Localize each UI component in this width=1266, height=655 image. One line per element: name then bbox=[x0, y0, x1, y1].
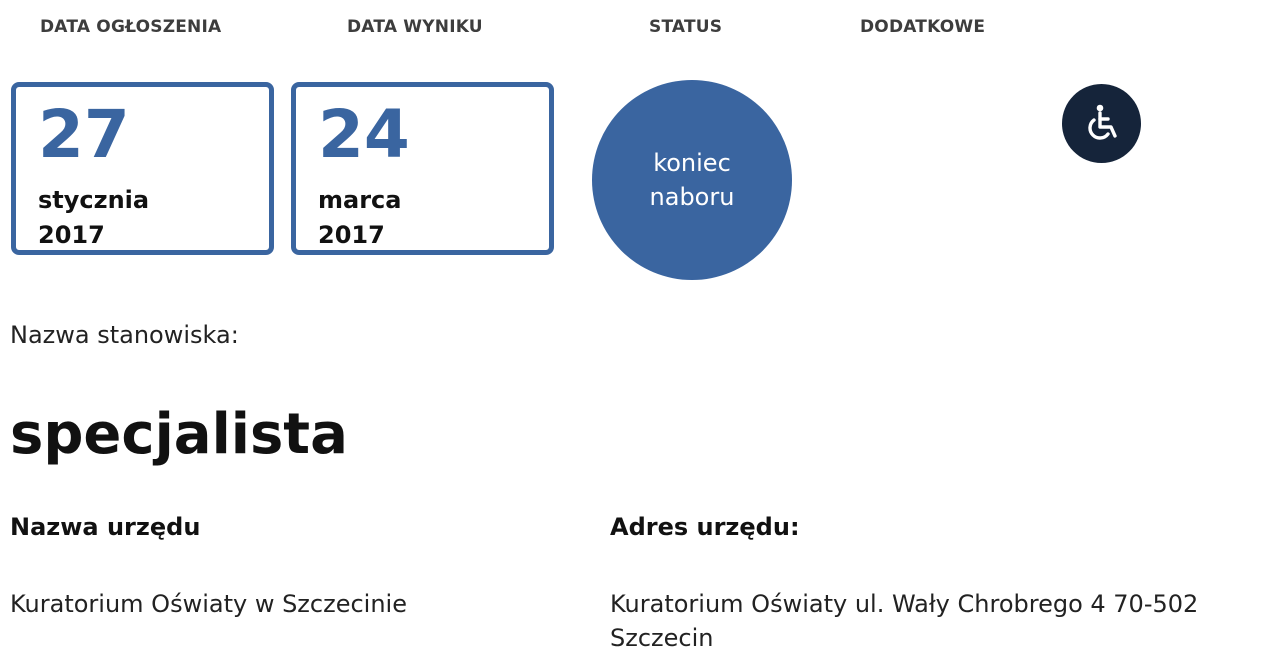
announcement-year: 2017 bbox=[38, 221, 105, 249]
result-date-box: 24 marca 2017 bbox=[291, 82, 554, 255]
header-announcement-date: DATA OGŁOSZENIA bbox=[40, 17, 222, 37]
office-name-label: Nazwa urzędu bbox=[10, 513, 201, 541]
status-badge: koniec naboru bbox=[592, 80, 792, 280]
header-status: STATUS bbox=[649, 17, 723, 37]
wheelchair-glyph bbox=[1087, 104, 1117, 140]
status-line-1: koniec bbox=[653, 149, 731, 177]
office-name-value: Kuratorium Oświaty w Szczecinie bbox=[10, 590, 407, 618]
office-address-label: Adres urzędu: bbox=[610, 513, 800, 541]
header-additional: DODATKOWE bbox=[860, 17, 986, 37]
office-address-value: Kuratorium Oświaty ul. Wały Chrobrego 4 … bbox=[610, 590, 1199, 652]
announcement-day: 27 bbox=[38, 96, 130, 173]
result-day: 24 bbox=[318, 96, 410, 173]
position-title: specjalista bbox=[10, 402, 348, 467]
wheelchair-icon bbox=[1062, 84, 1141, 163]
announcement-date-box: 27 stycznia 2017 bbox=[11, 82, 274, 255]
header-result-date: DATA WYNIKU bbox=[347, 17, 483, 37]
position-label: Nazwa stanowiska: bbox=[10, 321, 239, 349]
announcement-month: stycznia bbox=[38, 186, 150, 214]
status-line-2: naboru bbox=[649, 183, 735, 211]
result-year: 2017 bbox=[318, 221, 385, 249]
result-month: marca bbox=[318, 186, 402, 214]
